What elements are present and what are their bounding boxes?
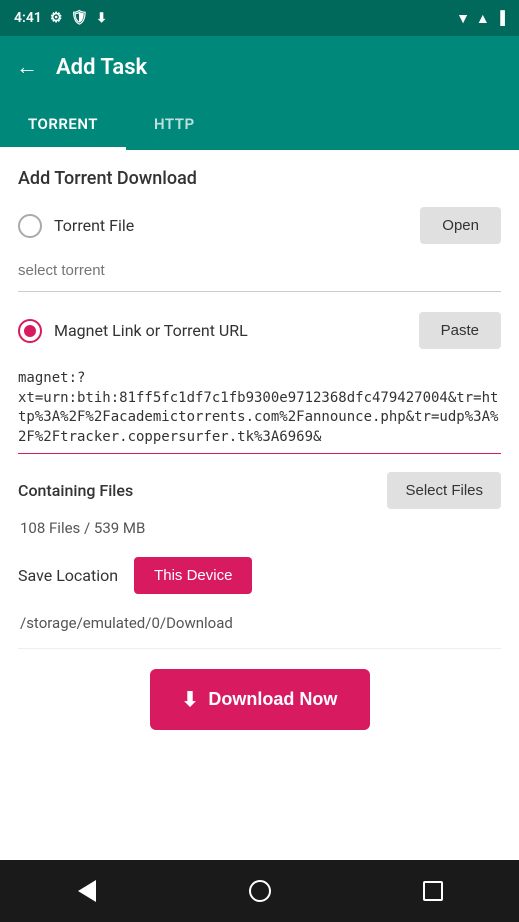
time-display: 4:41 <box>14 10 42 26</box>
magnet-radio[interactable] <box>18 319 42 343</box>
tabs-container: TORRENT HTTP <box>0 98 519 150</box>
settings-icon: ⚙ <box>50 10 63 26</box>
magnet-option-left: Magnet Link or Torrent URL <box>18 319 248 343</box>
shield-icon: 🛡 <box>70 10 88 26</box>
tab-torrent[interactable]: TORRENT <box>0 98 126 150</box>
wifi-icon: ▼ <box>456 10 470 27</box>
magnet-input[interactable] <box>18 363 501 454</box>
containing-files-label: Containing Files <box>18 481 133 500</box>
status-bar: 4:41 ⚙ 🛡 ⬇ ▼ ▲ ▐ <box>0 0 519 36</box>
magnet-option-label: Magnet Link or Torrent URL <box>54 321 248 340</box>
paste-button[interactable]: Paste <box>419 312 501 349</box>
files-info: 108 Files / 539 MB <box>18 519 501 537</box>
back-triangle-icon <box>78 880 96 902</box>
signal-icon: ▲ <box>476 10 490 27</box>
open-button[interactable]: Open <box>420 207 501 244</box>
bottom-nav <box>0 860 519 922</box>
section-title: Add Torrent Download <box>18 168 501 189</box>
torrent-input[interactable] <box>18 258 501 283</box>
home-nav-button[interactable] <box>238 869 282 913</box>
torrent-input-wrapper <box>18 258 501 292</box>
containing-files-row: Containing Files Select Files <box>18 472 501 509</box>
recents-nav-button[interactable] <box>411 869 455 913</box>
battery-icon: ▐ <box>496 10 505 26</box>
download-btn-wrapper: ⬇ Download Now <box>18 669 501 730</box>
torrent-file-label: Torrent File <box>54 216 134 235</box>
download-status-icon: ⬇ <box>96 11 107 26</box>
save-location-row: Save Location This Device <box>18 557 501 594</box>
back-nav-button[interactable] <box>65 869 109 913</box>
toolbar: ← Add Task <box>0 36 519 98</box>
back-button[interactable]: ← <box>16 54 38 80</box>
torrent-file-option-left: Torrent File <box>18 214 134 238</box>
this-device-button[interactable]: This Device <box>134 557 252 594</box>
save-location-label: Save Location <box>18 566 118 585</box>
home-circle-icon <box>249 880 271 902</box>
magnet-option-row: Magnet Link or Torrent URL Paste <box>18 312 501 349</box>
torrent-file-radio[interactable] <box>18 214 42 238</box>
download-icon: ⬇ <box>182 687 199 712</box>
toolbar-title: Add Task <box>56 55 147 80</box>
status-bar-right: ▼ ▲ ▐ <box>456 10 505 27</box>
download-now-label: Download Now <box>208 689 337 710</box>
recents-square-icon <box>423 881 443 901</box>
magnet-radio-inner <box>24 325 36 337</box>
torrent-file-option-row: Torrent File Open <box>18 207 501 244</box>
main-content: Add Torrent Download Torrent File Open M… <box>0 150 519 860</box>
storage-path: /storage/emulated/0/Download <box>18 604 501 649</box>
status-bar-left: 4:41 ⚙ 🛡 ⬇ <box>14 10 107 26</box>
download-now-button[interactable]: ⬇ Download Now <box>150 669 370 730</box>
select-files-button[interactable]: Select Files <box>387 472 501 509</box>
tab-http[interactable]: HTTP <box>126 98 223 150</box>
